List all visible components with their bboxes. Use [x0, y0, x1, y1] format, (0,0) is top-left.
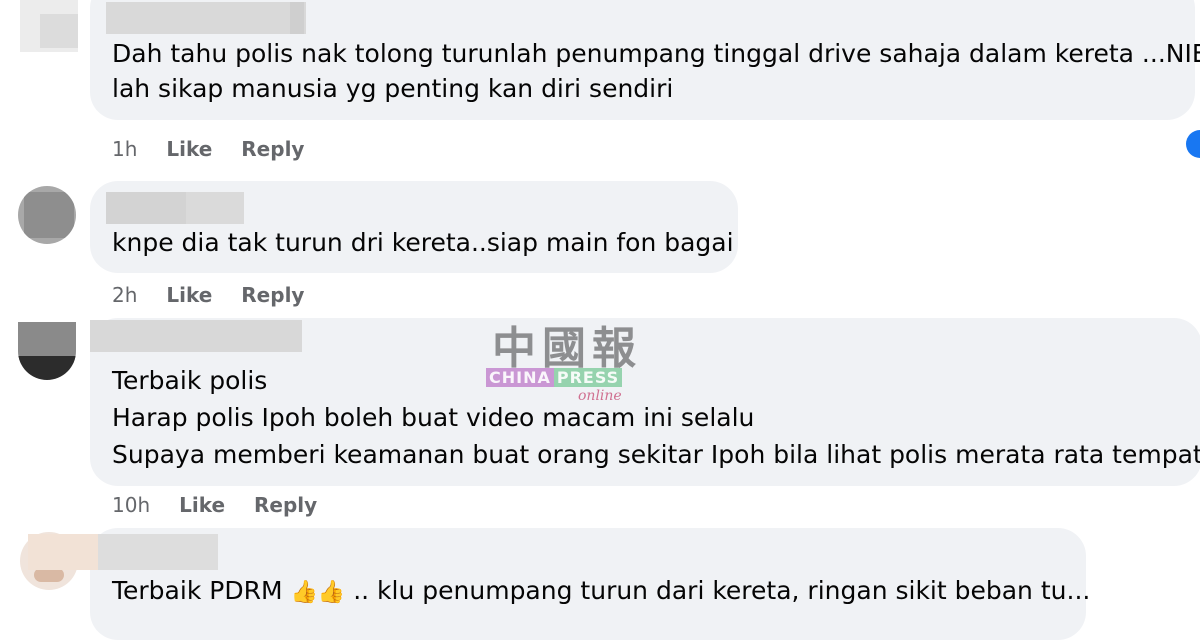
- comment-text-tail: .. klu penumpang turun dari kereta, ring…: [353, 576, 1091, 605]
- comment-text: Terbaik PDRM: [112, 576, 283, 605]
- commenter-name-blurred[interactable]: [90, 320, 302, 352]
- comment-text-line: Terbaik polis: [112, 366, 268, 395]
- comment-timestamp[interactable]: 1h: [112, 137, 137, 161]
- reaction-like-icon: [1186, 130, 1200, 158]
- comment-text-line: Supaya memberi keamanan buat orang sekit…: [112, 440, 1200, 469]
- like-button[interactable]: Like: [179, 493, 225, 517]
- comment-bubble: Terbaik polis Harap polis Ipoh boleh bua…: [90, 318, 1200, 486]
- like-button[interactable]: Like: [166, 283, 212, 307]
- comment-actions: 2h Like Reply: [112, 283, 326, 307]
- reply-button[interactable]: Reply: [254, 493, 317, 517]
- reply-button[interactable]: Reply: [241, 283, 304, 307]
- like-button[interactable]: Like: [166, 137, 212, 161]
- commenter-name-blurred[interactable]: [106, 192, 186, 224]
- commenter-name-blurred[interactable]: [28, 534, 98, 570]
- comment-text-line: Harap polis Ipoh boleh buat video macam …: [112, 403, 755, 432]
- reply-button[interactable]: Reply: [241, 137, 304, 161]
- thumbs-up-emoji: 👍👍: [290, 580, 346, 605]
- comment-text-line: Dah tahu polis nak tolong turunlah penum…: [112, 39, 1200, 68]
- comment-timestamp[interactable]: 10h: [112, 493, 150, 517]
- comment-text-line: Terbaik PDRM 👍👍 .. klu penumpang turun d…: [112, 572, 1090, 611]
- comment-text-line: lah sikap manusia yg penting kan diri se…: [112, 74, 674, 103]
- comment-bubble: Dah tahu polis nak tolong turunlah penum…: [90, 0, 1200, 120]
- comment-actions: 1h Like Reply: [112, 137, 326, 161]
- commenter-name-blurred[interactable]: [106, 2, 306, 34]
- comment-actions: 10h Like Reply: [112, 493, 339, 517]
- avatar[interactable]: [20, 0, 78, 52]
- avatar[interactable]: [18, 322, 76, 380]
- comment-bubble: Terbaik PDRM 👍👍 .. klu penumpang turun d…: [28, 528, 1090, 640]
- comment-timestamp[interactable]: 2h: [112, 283, 137, 307]
- comment-text-line: knpe dia tak turun dri kereta..siap main…: [112, 228, 734, 257]
- avatar[interactable]: [18, 186, 76, 244]
- comment-bubble: knpe dia tak turun dri kereta..siap main…: [90, 181, 738, 273]
